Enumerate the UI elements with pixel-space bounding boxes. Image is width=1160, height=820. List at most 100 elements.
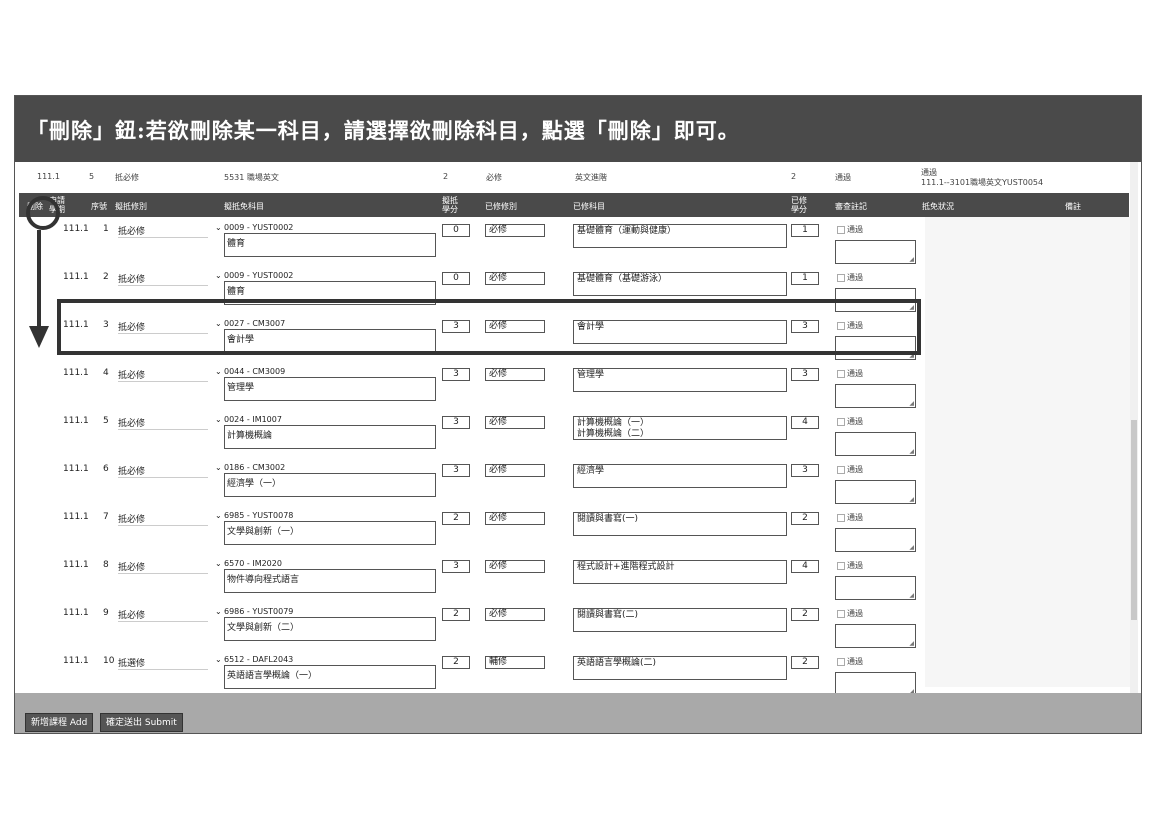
table-row: 111.1 5 抵必修 ⌄ 0024 - IM1007 計算機概論 3 必修 計算機概論（一） …: [19, 412, 919, 460]
submit-button[interactable]: 確定送出 Submit: [100, 713, 183, 732]
course-name-field[interactable]: 英語語言學概論（一）: [224, 665, 436, 689]
earned-subject-field[interactable]: 管理學: [573, 368, 787, 392]
course-name-field[interactable]: 計算機概論: [224, 425, 436, 449]
row-type-select[interactable]: 抵必修: [118, 224, 208, 238]
credit-field[interactable]: 2: [442, 656, 470, 669]
credit-field[interactable]: 3: [442, 368, 470, 381]
earned-credit-field[interactable]: 1: [791, 272, 819, 285]
pass-checkbox[interactable]: 通過: [837, 512, 863, 523]
row-seq: 5: [103, 416, 109, 426]
earned-credit-field[interactable]: 4: [791, 560, 819, 573]
scrollbar-thumb[interactable]: [1131, 420, 1137, 620]
earned-subject-field[interactable]: 閱讀與書寫(二): [573, 608, 787, 632]
course-name-field[interactable]: 文學與創新（一）: [224, 521, 436, 545]
review-note-field[interactable]: ◢: [835, 528, 916, 552]
course-code-select[interactable]: ⌄ 6570 - IM2020: [215, 558, 439, 569]
earned-subject-field[interactable]: 基礎體育（基礎游泳）: [573, 272, 787, 296]
required-type-field[interactable]: 必修: [485, 512, 545, 525]
add-course-button[interactable]: 新增課程 Add: [25, 713, 94, 732]
review-note-field[interactable]: ◢: [835, 432, 916, 456]
earned-credit-field[interactable]: 4: [791, 416, 819, 429]
row-seq: 1: [103, 224, 109, 234]
checkbox-icon: [837, 225, 845, 234]
course-name-field[interactable]: 經濟學（一）: [224, 473, 436, 497]
row-type-select[interactable]: 抵必修: [118, 368, 208, 382]
annotation-arrow-head: [29, 326, 49, 348]
resize-grip-icon: ◢: [909, 256, 914, 263]
required-type-field[interactable]: 必修: [485, 272, 545, 285]
course-code-select[interactable]: ⌄ 0044 - CM3009: [215, 366, 439, 377]
credit-field[interactable]: 2: [442, 512, 470, 525]
row-term: 111.1: [63, 656, 89, 666]
earned-subject-field[interactable]: 經濟學: [573, 464, 787, 488]
row-type-select[interactable]: 抵必修: [118, 608, 208, 622]
course-code-select[interactable]: ⌄ 0024 - IM1007: [215, 414, 439, 425]
course-code: 6570 - IM2020: [224, 559, 282, 568]
review-note-field[interactable]: ◢: [835, 624, 916, 648]
course-code-select[interactable]: ⌄ 6986 - YUST0079: [215, 606, 439, 617]
row-type-select[interactable]: 抵必修: [118, 464, 208, 478]
credit-field[interactable]: 2: [442, 608, 470, 621]
review-note-field[interactable]: ◢: [835, 576, 916, 600]
credit-field[interactable]: 0: [442, 224, 470, 237]
required-type-field[interactable]: 必修: [485, 368, 545, 381]
earned-subject-field[interactable]: 計算機概論（一） 計算機概論（二）: [573, 416, 787, 440]
earned-subject-field[interactable]: 英語語言學概論(二): [573, 656, 787, 680]
row-type-select[interactable]: 抵必修: [118, 560, 208, 574]
earned-subject-field[interactable]: 閱讀與書寫(一): [573, 512, 787, 536]
course-code: 6986 - YUST0079: [224, 607, 294, 616]
row-type-select[interactable]: 抵必修: [118, 512, 208, 526]
required-type-field[interactable]: 必修: [485, 608, 545, 621]
vertical-scrollbar[interactable]: [1130, 162, 1138, 733]
earned-subject-field[interactable]: 程式設計+進階程式設計: [573, 560, 787, 584]
pass-checkbox[interactable]: 通過: [837, 416, 863, 427]
pass-checkbox[interactable]: 通過: [837, 560, 863, 571]
course-code-select[interactable]: ⌄ 0186 - CM3002: [215, 462, 439, 473]
row-type-select[interactable]: 抵必修: [118, 272, 208, 286]
row-term: 111.1: [63, 224, 89, 234]
annotation-arrow-line: [37, 230, 41, 328]
row-seq: 7: [103, 512, 109, 522]
earned-credit-field[interactable]: 1: [791, 224, 819, 237]
pass-checkbox[interactable]: 通過: [837, 608, 863, 619]
pass-checkbox[interactable]: 通過: [837, 656, 863, 667]
review-note-field[interactable]: ◢: [835, 480, 916, 504]
earned-credit-field[interactable]: 3: [791, 368, 819, 381]
course-name-field[interactable]: 體育: [224, 233, 436, 257]
pass-label: 通過: [847, 561, 863, 570]
row-type-select[interactable]: 抵選修: [118, 656, 208, 670]
pass-checkbox[interactable]: 通過: [837, 224, 863, 235]
course-name-field[interactable]: 文學與創新（二）: [224, 617, 436, 641]
course-code-select[interactable]: ⌄ 6512 - DAFL2043: [215, 654, 439, 665]
row-type-select[interactable]: 抵必修: [118, 416, 208, 430]
pass-label: 通過: [847, 273, 863, 282]
required-type-field[interactable]: 必修: [485, 560, 545, 573]
credit-field[interactable]: 3: [442, 464, 470, 477]
delete-annotation-circle: [26, 196, 60, 230]
course-name-field[interactable]: 物件導向程式語言: [224, 569, 436, 593]
review-note-field[interactable]: ◢: [835, 240, 916, 264]
earned-credit-field[interactable]: 2: [791, 608, 819, 621]
course-code: 0009 - YUST0002: [224, 271, 294, 280]
required-type-field[interactable]: 必修: [485, 464, 545, 477]
earned-credit-field[interactable]: 2: [791, 656, 819, 669]
earned-credit-field[interactable]: 3: [791, 464, 819, 477]
credit-field[interactable]: 3: [442, 560, 470, 573]
course-name-field[interactable]: 管理學: [224, 377, 436, 401]
pass-checkbox[interactable]: 通過: [837, 368, 863, 379]
course-code-select[interactable]: ⌄ 0009 - YUST0002: [215, 270, 439, 281]
required-type-field[interactable]: 必修: [485, 224, 545, 237]
required-type-field[interactable]: 必修: [485, 416, 545, 429]
prev-req: 必修: [486, 173, 502, 182]
row-term: 111.1: [63, 608, 89, 618]
course-code-select[interactable]: ⌄ 6985 - YUST0078: [215, 510, 439, 521]
earned-credit-field[interactable]: 2: [791, 512, 819, 525]
pass-checkbox[interactable]: 通過: [837, 464, 863, 475]
credit-field[interactable]: 0: [442, 272, 470, 285]
course-code-select[interactable]: ⌄ 0009 - YUST0002: [215, 222, 439, 233]
earned-subject-field[interactable]: 基礎體育（運動與健康）: [573, 224, 787, 248]
review-note-field[interactable]: ◢: [835, 384, 916, 408]
pass-checkbox[interactable]: 通過: [837, 272, 863, 283]
required-type-field[interactable]: 輔修: [485, 656, 545, 669]
credit-field[interactable]: 3: [442, 416, 470, 429]
